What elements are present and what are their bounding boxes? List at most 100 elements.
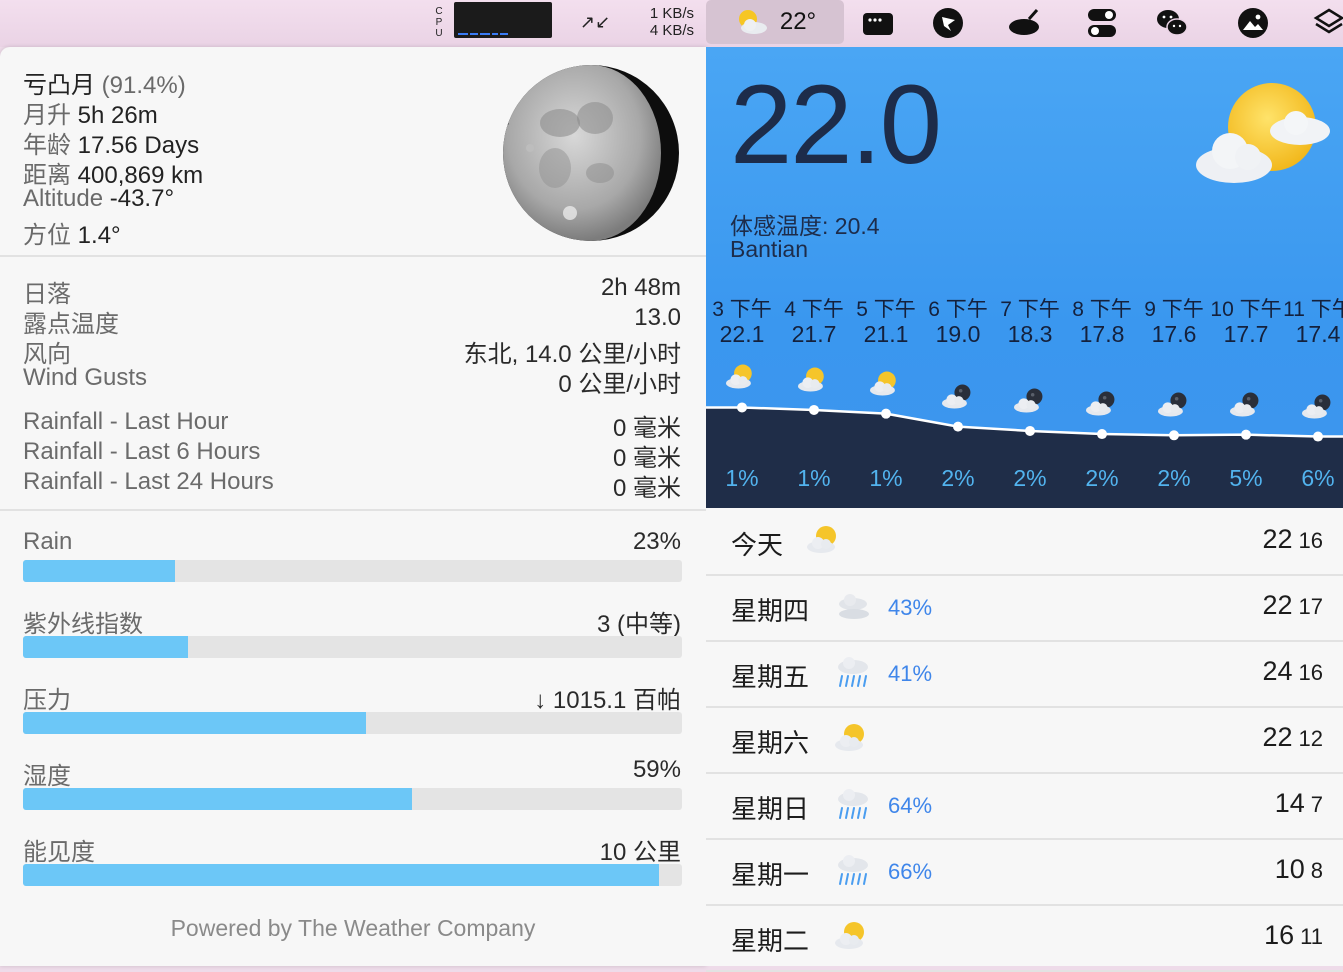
day-name: 星期二 — [731, 926, 810, 956]
cpu-label[interactable]: CPU — [432, 0, 446, 44]
cloud-icon — [839, 594, 869, 619]
menu-bar: CPU ↗↙ 1 KB/s 4 KB/s 22° — [0, 0, 1343, 47]
day-high-low: 24 16 — [1262, 656, 1323, 687]
pressure-progress-fill — [23, 712, 366, 734]
app-icon[interactable] — [861, 6, 895, 40]
hour-precip-chance: 1% — [869, 465, 903, 491]
humidity-progress-fill — [23, 788, 412, 810]
rain-progress-bar — [23, 560, 682, 582]
hour-precip-chance: 2% — [1157, 465, 1191, 491]
moon-cloud-icon — [942, 384, 971, 409]
sun-cloud-icon — [807, 526, 836, 553]
rain-icon — [838, 789, 868, 819]
day-low: 12 — [1298, 726, 1323, 751]
hour-precip-chance: 1% — [725, 465, 759, 491]
moon-azimuth-value: 1.4° — [77, 222, 121, 249]
sun-cloud-icon — [835, 922, 864, 949]
photo-icon[interactable] — [1236, 6, 1270, 40]
day-name: 星期六 — [731, 728, 810, 758]
metric-value: 23% — [632, 528, 681, 555]
daily-row[interactable]: 星期五 41% 24 16 — [706, 640, 1343, 708]
hour-time: 8 下午 — [1072, 298, 1132, 321]
moon-altitude-label: Altitude — [23, 185, 104, 212]
day-name: 星期一 — [731, 860, 810, 890]
network-arrows-icon[interactable]: ↗↙ — [580, 0, 610, 44]
detail-value: 0 公里/小时 — [558, 371, 681, 398]
hour-precip-chance: 5% — [1229, 465, 1263, 491]
rainfall-value: 0 毫米 — [612, 475, 681, 502]
hour-time: 10 下午 — [1210, 298, 1282, 321]
day-high-low: 16 11 — [1264, 920, 1323, 951]
hour-time: 4 下午 — [784, 298, 844, 321]
metric-label: 压力 — [23, 687, 71, 714]
daily-row[interactable]: 今天 22 16 — [706, 508, 1343, 576]
day-high-low: 10 8 — [1275, 854, 1323, 885]
humidity-progress-bar — [23, 788, 682, 810]
rainfall-label: Rainfall - Last 24 Hours — [23, 468, 274, 495]
weather-menubar-item[interactable]: 22° — [706, 0, 844, 44]
metric-value: ↓ 1015.1 百帕 — [534, 687, 681, 714]
day-high: 16 — [1264, 920, 1295, 950]
vpn-icon[interactable] — [931, 6, 965, 40]
hour-temperature: 21.7 — [791, 321, 837, 347]
rainfall-label: Rainfall - Last Hour — [23, 408, 229, 435]
day-precip-chance: 64% — [888, 793, 933, 818]
day-high: 14 — [1274, 788, 1305, 818]
rain-icon — [838, 855, 868, 885]
day-high: 22 — [1262, 524, 1293, 554]
hour-precip-chance: 2% — [1013, 465, 1047, 491]
day-low: 7 — [1310, 792, 1323, 817]
toggle-icon[interactable] — [1085, 6, 1119, 40]
temperature-point — [953, 421, 963, 432]
daily-forecast-list: 今天 22 16 星期四 43% 22 17 星期五 41% 24 16 星期六 22 12 星期日 64% 1… — [706, 508, 1343, 972]
uv-progress-fill — [23, 636, 188, 658]
rainfall-label: Rainfall - Last 6 Hours — [23, 438, 261, 465]
temperature-point — [1313, 431, 1323, 442]
temperature-point — [1025, 425, 1035, 436]
layers-icon[interactable] — [1312, 6, 1343, 40]
hour-time: 5 下午 — [856, 298, 916, 321]
hour-time: 11 下午 — [1283, 298, 1343, 321]
powered-by-link[interactable]: Powered by The Weather Company — [0, 915, 706, 942]
wechat-icon[interactable] — [1155, 6, 1189, 40]
current-weather-panel: 22.0 体感温度: 20.4 Bantian 3 下午 22.1 1% 4 下午 21… — [706, 47, 1343, 508]
divider — [0, 509, 706, 511]
day-precip-chance: 66% — [888, 859, 933, 884]
moon-altitude-value: -43.7° — [109, 185, 175, 212]
metric-value: 59% — [632, 756, 681, 783]
hour-temperature: 17.4 — [1295, 321, 1341, 347]
temperature-area — [706, 407, 1343, 508]
hour-temperature: 22.1 — [719, 321, 765, 347]
hour-precip-chance: 2% — [1085, 465, 1119, 491]
daily-row[interactable]: 星期日 64% 14 7 — [706, 772, 1343, 840]
metric-value: 3 (中等) — [597, 611, 681, 638]
moon-azimuth-label: 方位 — [23, 222, 71, 249]
daily-row[interactable]: 星期一 66% 10 8 — [706, 838, 1343, 906]
temperature-point — [1169, 430, 1179, 441]
moon-cloud-icon — [1014, 388, 1043, 413]
daily-row[interactable]: 星期四 43% 22 17 — [706, 574, 1343, 642]
hour-temperature: 17.7 — [1223, 321, 1269, 347]
day-low: 8 — [1310, 858, 1323, 883]
cpu-label-letter: U — [435, 27, 443, 39]
visibility-progress-bar — [23, 864, 682, 886]
moon-cloud-icon — [1302, 394, 1331, 419]
wok-icon[interactable] — [1007, 6, 1041, 40]
detail-value: 13.0 — [634, 304, 681, 331]
temperature-point — [1097, 429, 1107, 440]
cpu-graph[interactable] — [454, 2, 552, 38]
temperature-point — [881, 408, 891, 419]
day-precip-chance: 43% — [888, 595, 933, 620]
daily-row[interactable]: 星期六 22 12 — [706, 706, 1343, 774]
day-name: 今天 — [731, 530, 784, 560]
moon-azimuth-row: 方位 1.4° — [23, 215, 121, 250]
sun-cloud-icon — [726, 365, 752, 390]
temperature-point — [737, 402, 747, 413]
daily-row[interactable]: 星期二 16 11 — [706, 904, 1343, 972]
hour-temperature: 18.3 — [1007, 321, 1053, 347]
day-high-low: 22 17 — [1262, 590, 1323, 621]
hour-precip-chance: 1% — [797, 465, 831, 491]
network-speed[interactable]: 1 KB/s 4 KB/s — [622, 0, 694, 44]
weather-details-panel: 亏凸月 (91.4%) 月升 5h 26m 年龄 17.56 Days 距离 4… — [0, 47, 706, 966]
day-name: 星期四 — [731, 596, 810, 626]
